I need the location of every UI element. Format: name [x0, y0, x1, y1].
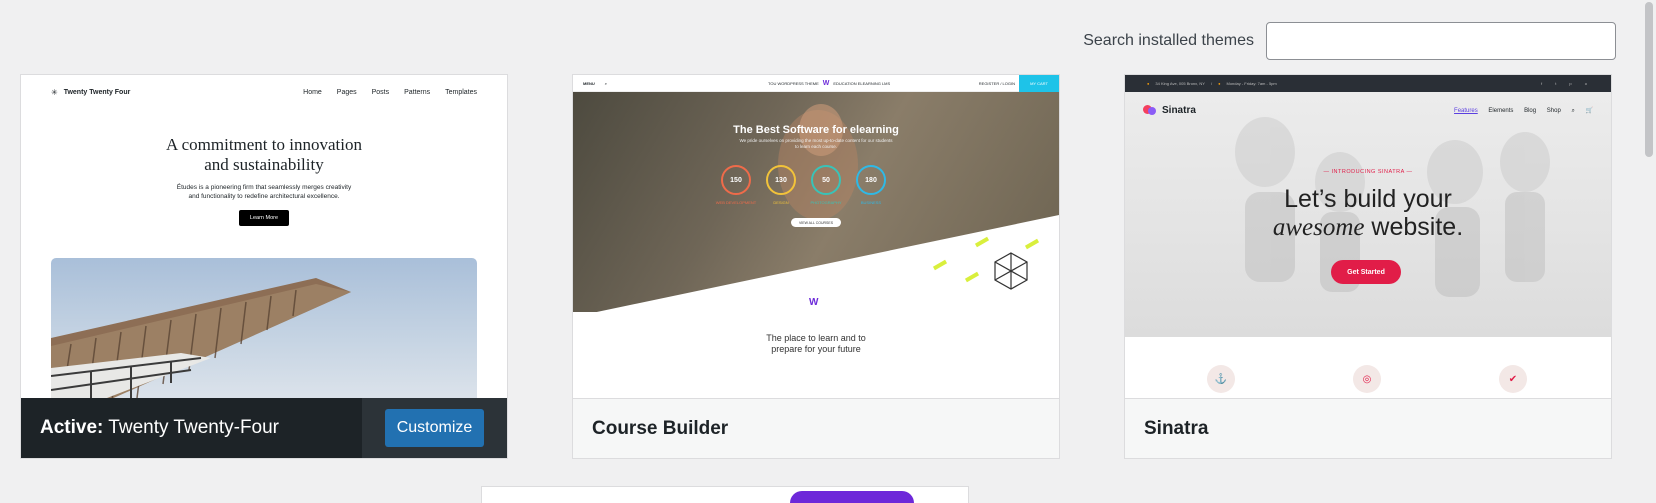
preview-menu-item: Blog [1524, 107, 1537, 114]
preview-register-link: REGISTER / LOGIN [978, 80, 1015, 86]
themes-page: Search installed themes ✳ Twenty Twenty … [0, 0, 1656, 503]
preview-building-photo [51, 258, 477, 400]
preview-menu-item: Elements [1488, 107, 1514, 114]
preview-subtext: We pride ourselves on providing the most… [739, 138, 893, 149]
social-icons: f t p o [1540, 81, 1593, 86]
preview-nav: ✳ Twenty Twenty Four Home Pages Posts Pa… [51, 85, 477, 99]
scrollbar-thumb[interactable] [1645, 2, 1653, 157]
preview-topbar: ● 34 King Ave, 005 Bronx, NY / ● Monday … [1125, 75, 1611, 92]
preview-heading: A commitment to innovation and sustainab… [166, 135, 362, 174]
preview-menu-item: Pages [336, 88, 357, 96]
anchor-icon: ⚓ [1207, 365, 1235, 393]
location-icon: ● [1147, 81, 1150, 86]
preview-heading: The Best Software for elearning [733, 124, 899, 136]
star-logo-icon: ✳ [51, 87, 58, 97]
preview-heading-line1: Let’s build your [1284, 185, 1452, 213]
preview-cart-icon: 🛒 [1585, 107, 1593, 114]
theme-actions: Customize [362, 398, 507, 458]
theme-screenshot[interactable]: ✳ Twenty Twenty Four Home Pages Posts Pa… [21, 75, 507, 400]
theme-title: Twenty Twenty-Four [108, 417, 280, 438]
preview-brand: TOU WORDPRESS THEME W EDUCATION ELEARNIN… [768, 80, 890, 87]
stat-label: DESIGN [773, 200, 789, 205]
customize-button[interactable]: Customize [384, 409, 485, 447]
preview-tagline: The place to learn and to prepare for yo… [766, 333, 866, 354]
preview-menu: Features Elements Blog Shop ⌕ 🛒 [1445, 107, 1593, 115]
preview-address: 34 King Ave, 005 Bronx, NY [1155, 81, 1205, 86]
preview-heading-line2: awesome website. [1125, 213, 1611, 242]
stat-circle: 180 [856, 165, 886, 195]
preview-search-icon: ⌕ [604, 80, 608, 86]
next-theme-preview-button [790, 491, 914, 503]
preview-nav: Sinatra Features Elements Blog Shop ⌕ 🛒 [1143, 105, 1593, 116]
active-prefix: Active: [40, 417, 104, 438]
preview-search-icon: ⌕ [1571, 107, 1575, 114]
preview-topbar: MENU ⌕ TOU WORDPRESS THEME W EDUCATION E… [573, 75, 1059, 92]
preview-heading-italic: awesome [1272, 214, 1365, 241]
theme-title: Sinatra [1144, 417, 1209, 439]
active-theme-bar: Active: Twenty Twenty-Four Customize [21, 398, 507, 458]
theme-screenshot[interactable]: MENU ⌕ TOU WORDPRESS THEME W EDUCATION E… [573, 75, 1059, 400]
preview-site-title: Twenty Twenty Four [63, 88, 131, 96]
theme-name-bar: Course Builder [573, 398, 1059, 458]
search-input[interactable] [1266, 22, 1616, 60]
stat-label: WEB DEVELOPMENT [715, 200, 757, 205]
cube-illustration [994, 252, 1028, 290]
preview-menu-item: Templates [445, 88, 477, 96]
stat-label: BUSINESS [860, 200, 882, 205]
preview-brand-text: EDUCATION ELEARNING LMS [833, 80, 891, 86]
theme-card-twenty-twenty-four[interactable]: ✳ Twenty Twenty Four Home Pages Posts Pa… [20, 74, 508, 459]
preview-tagline-top: TOU WORDPRESS THEME [768, 80, 819, 86]
check-circle-icon: ✔ [1499, 365, 1527, 393]
preview-text: Études is a pioneering firm that seamles… [176, 184, 352, 200]
preview-view-all-button: VIEW ALL COURSES [791, 218, 841, 227]
search-label: Search installed themes [1083, 32, 1254, 49]
page-scrollbar[interactable] [1642, 0, 1656, 503]
preview-cart: MY CART [1019, 75, 1059, 92]
preview-menu-item: Home [303, 88, 322, 96]
preview-hero: A commitment to innovation and sustainab… [21, 135, 507, 226]
theme-title: Course Builder [592, 417, 729, 439]
w-logo-icon: W [809, 297, 819, 308]
preview-hours: Monday - Friday: 7am - 5pm [1226, 81, 1277, 86]
theme-screenshot[interactable]: ● 34 King Ave, 005 Bronx, NY / ● Monday … [1125, 75, 1611, 400]
w-logo-icon: W [822, 79, 830, 87]
preview-brand: Sinatra [1162, 105, 1196, 116]
preview-get-started-button: Get Started [1331, 260, 1401, 284]
stat-circle: 150 [721, 165, 751, 195]
preview-menu: Home Pages Posts Patterns Templates [290, 89, 477, 96]
search-area: Search installed themes [1083, 22, 1616, 60]
target-icon: ◎ [1353, 365, 1381, 393]
preview-menu-item: Features [1454, 107, 1478, 114]
preview-learn-more-button: Learn More [238, 210, 290, 226]
theme-name-bar: Sinatra [1125, 398, 1611, 458]
preview-heading-rest: website. [1364, 213, 1464, 241]
preview-menu-item: Shop [1546, 107, 1561, 114]
theme-name: Active: Twenty Twenty-Four [21, 417, 362, 439]
preview-menu-item: Posts [371, 88, 390, 96]
clock-icon: ● [1218, 81, 1221, 86]
theme-card-course-builder[interactable]: MENU ⌕ TOU WORDPRESS THEME W EDUCATION E… [572, 74, 1060, 459]
preview-menu-item: Patterns [404, 88, 431, 96]
preview-intro: — INTRODUCING SINATRA — [1323, 169, 1413, 175]
stat-label: PHOTOGRAPHY [810, 200, 842, 205]
stat-circle: 50 [811, 165, 841, 195]
preview-menu-label: MENU [583, 80, 595, 86]
sinatra-logo-icon [1143, 105, 1156, 116]
stat-circle: 130 [766, 165, 796, 195]
theme-card-sinatra[interactable]: ● 34 King Ave, 005 Bronx, NY / ● Monday … [1124, 74, 1612, 459]
building-illustration [51, 278, 351, 400]
